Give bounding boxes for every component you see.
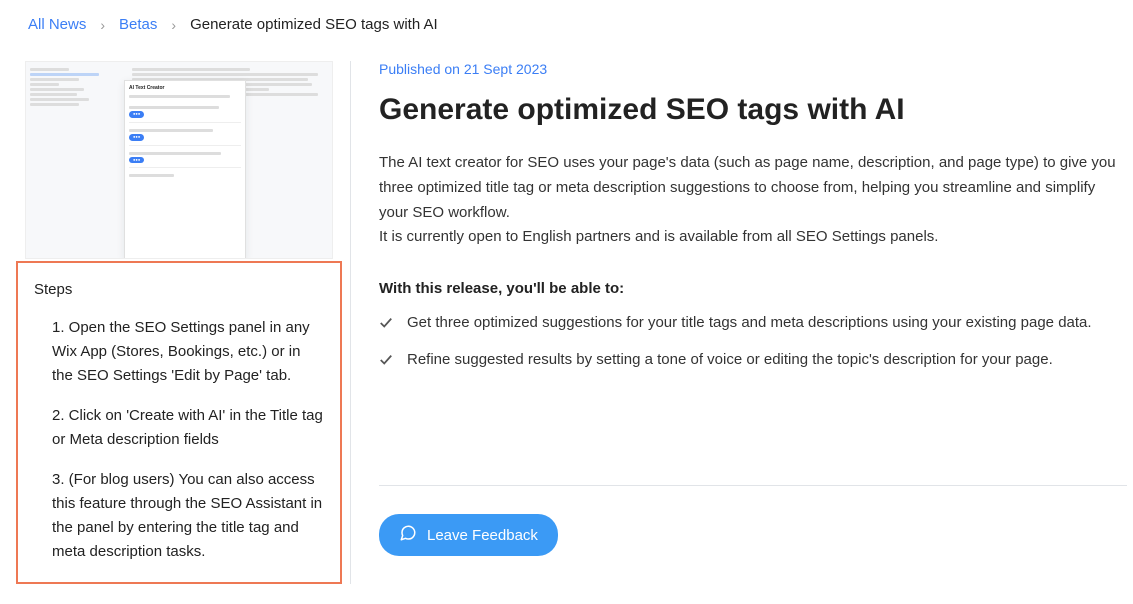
bullet-text: Refine suggested results by setting a to…: [407, 348, 1053, 372]
check-icon: [379, 314, 393, 338]
chevron-right-icon: ›: [171, 17, 176, 33]
comment-icon: [399, 524, 417, 546]
breadcrumb-link-all-news[interactable]: All News: [28, 16, 86, 33]
thumbnail-button-icon: ●●●: [129, 157, 144, 164]
breadcrumb-current: Generate optimized SEO tags with AI: [190, 16, 438, 33]
thumbnail-panel-title: AI Text Creator: [129, 85, 241, 92]
thumbnail-button-icon: ●●●: [129, 111, 144, 118]
release-bullet-item: Refine suggested results by setting a to…: [379, 348, 1127, 375]
thumbnail-panel: AI Text Creator ●●● ●●● ●●●: [124, 80, 246, 259]
main-content: Published on 21 Sept 2023 Generate optim…: [350, 61, 1133, 584]
thumbnail-button-icon: ●●●: [129, 134, 144, 141]
published-date: Published on 21 Sept 2023: [379, 61, 1127, 77]
check-icon: [379, 351, 393, 375]
article-description: The AI text creator for SEO uses your pa…: [379, 151, 1127, 250]
leave-feedback-button[interactable]: Leave Feedback: [379, 514, 558, 556]
description-para-1: The AI text creator for SEO uses your pa…: [379, 154, 1116, 221]
step-item: 2. Click on 'Create with AI' in the Titl…: [52, 404, 324, 452]
release-bullet-item: Get three optimized suggestions for your…: [379, 311, 1127, 338]
bullet-text: Get three optimized suggestions for your…: [407, 311, 1092, 335]
step-item: 3. (For blog users) You can also access …: [52, 468, 324, 564]
feedback-button-label: Leave Feedback: [427, 527, 538, 544]
breadcrumb: All News › Betas › Generate optimized SE…: [0, 0, 1133, 49]
steps-box: Steps 1. Open the SEO Settings panel in …: [16, 261, 342, 584]
article-title: Generate optimized SEO tags with AI: [379, 93, 1127, 127]
release-bullets: Get three optimized suggestions for your…: [379, 311, 1127, 375]
description-para-2: It is currently open to English partners…: [379, 228, 938, 245]
step-item: 1. Open the SEO Settings panel in any Wi…: [52, 316, 324, 388]
divider: [379, 485, 1127, 486]
breadcrumb-link-betas[interactable]: Betas: [119, 16, 157, 33]
release-subtitle: With this release, you'll be able to:: [379, 280, 1127, 297]
article-thumbnail: AI Text Creator ●●● ●●● ●●●: [25, 61, 333, 259]
chevron-right-icon: ›: [100, 17, 105, 33]
steps-heading: Steps: [34, 281, 324, 298]
sidebar: AI Text Creator ●●● ●●● ●●● Steps: [8, 61, 350, 584]
